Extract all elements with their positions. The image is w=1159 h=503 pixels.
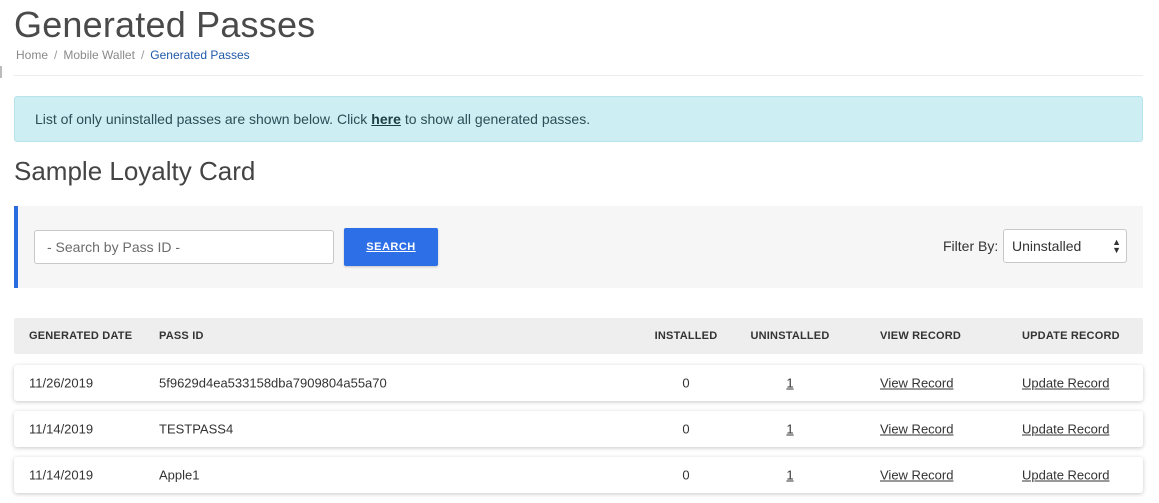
column-header-uninstalled[interactable]: UNINSTALLED (751, 330, 830, 342)
table-row: 11/26/2019 5f9629d4ea533158dba7909804a55… (14, 365, 1143, 401)
column-header-view-record: VIEW RECORD (880, 330, 962, 342)
view-record-link[interactable]: View Record (880, 376, 953, 391)
cell-uninstalled-link[interactable]: 1 (786, 376, 793, 391)
breadcrumb-separator: / (140, 48, 145, 62)
view-record-link[interactable]: View Record (880, 468, 953, 483)
cell-generated-date: 11/14/2019 (29, 467, 94, 483)
breadcrumb-mobile-wallet[interactable]: Mobile Wallet (63, 48, 135, 62)
cell-uninstalled-link[interactable]: 1 (786, 468, 793, 483)
filter-select[interactable]: Uninstalled ▲ ▼ (1003, 229, 1127, 263)
cell-uninstalled-link[interactable]: 1 (786, 422, 793, 437)
update-record-link[interactable]: Update Record (1022, 468, 1109, 483)
filter-label: Filter By: (943, 238, 999, 254)
table-row: 11/14/2019 Apple1 0 1 View Record Update… (14, 457, 1143, 493)
column-header-generated-date[interactable]: GENERATED DATE (29, 330, 132, 342)
cell-pass-id: TESTPASS4 (159, 421, 234, 437)
info-alert: List of only uninstalled passes are show… (14, 96, 1143, 142)
column-header-installed[interactable]: INSTALLED (655, 330, 718, 342)
search-button[interactable]: SEARCH (344, 228, 438, 266)
show-all-link[interactable]: here (371, 111, 401, 127)
alert-text-after: to show all generated passes. (404, 111, 591, 127)
table-header: GENERATED DATE PASS ID INSTALLED UNINSTA… (14, 318, 1143, 354)
column-header-pass-id[interactable]: PASS ID (159, 330, 204, 342)
cell-generated-date: 11/14/2019 (29, 421, 94, 437)
table-row: 11/14/2019 TESTPASS4 0 1 View Record Upd… (14, 411, 1143, 447)
alert-text-before: List of only uninstalled passes are show… (35, 111, 368, 127)
cell-installed: 0 (682, 467, 690, 483)
search-input[interactable] (34, 230, 334, 264)
cell-generated-date: 11/26/2019 (29, 375, 94, 391)
select-arrows-icon: ▲ ▼ (1112, 237, 1121, 255)
breadcrumb: Home / Mobile Wallet / Generated Passes (16, 48, 250, 62)
breadcrumb-separator: / (54, 48, 58, 62)
view-record-link[interactable]: View Record (880, 422, 953, 437)
page-title: Generated Passes (14, 4, 316, 45)
breadcrumb-current: Generated Passes (150, 48, 250, 62)
cell-installed: 0 (682, 375, 690, 391)
breadcrumb-home[interactable]: Home (16, 48, 48, 62)
left-edge-marker (0, 66, 2, 78)
filter-selected-value: Uninstalled (1012, 238, 1082, 254)
cell-pass-id: Apple1 (159, 467, 200, 483)
section-title: Sample Loyalty Card (14, 156, 256, 186)
cell-installed: 0 (682, 421, 690, 437)
update-record-link[interactable]: Update Record (1022, 422, 1109, 437)
update-record-link[interactable]: Update Record (1022, 376, 1109, 391)
column-header-update-record: UPDATE RECORD (1022, 330, 1120, 342)
cell-pass-id: 5f9629d4ea533158dba7909804a55a70 (159, 375, 387, 391)
header-divider (14, 75, 1143, 76)
search-panel: SEARCH Filter By: Uninstalled ▲▼ (14, 206, 1143, 288)
